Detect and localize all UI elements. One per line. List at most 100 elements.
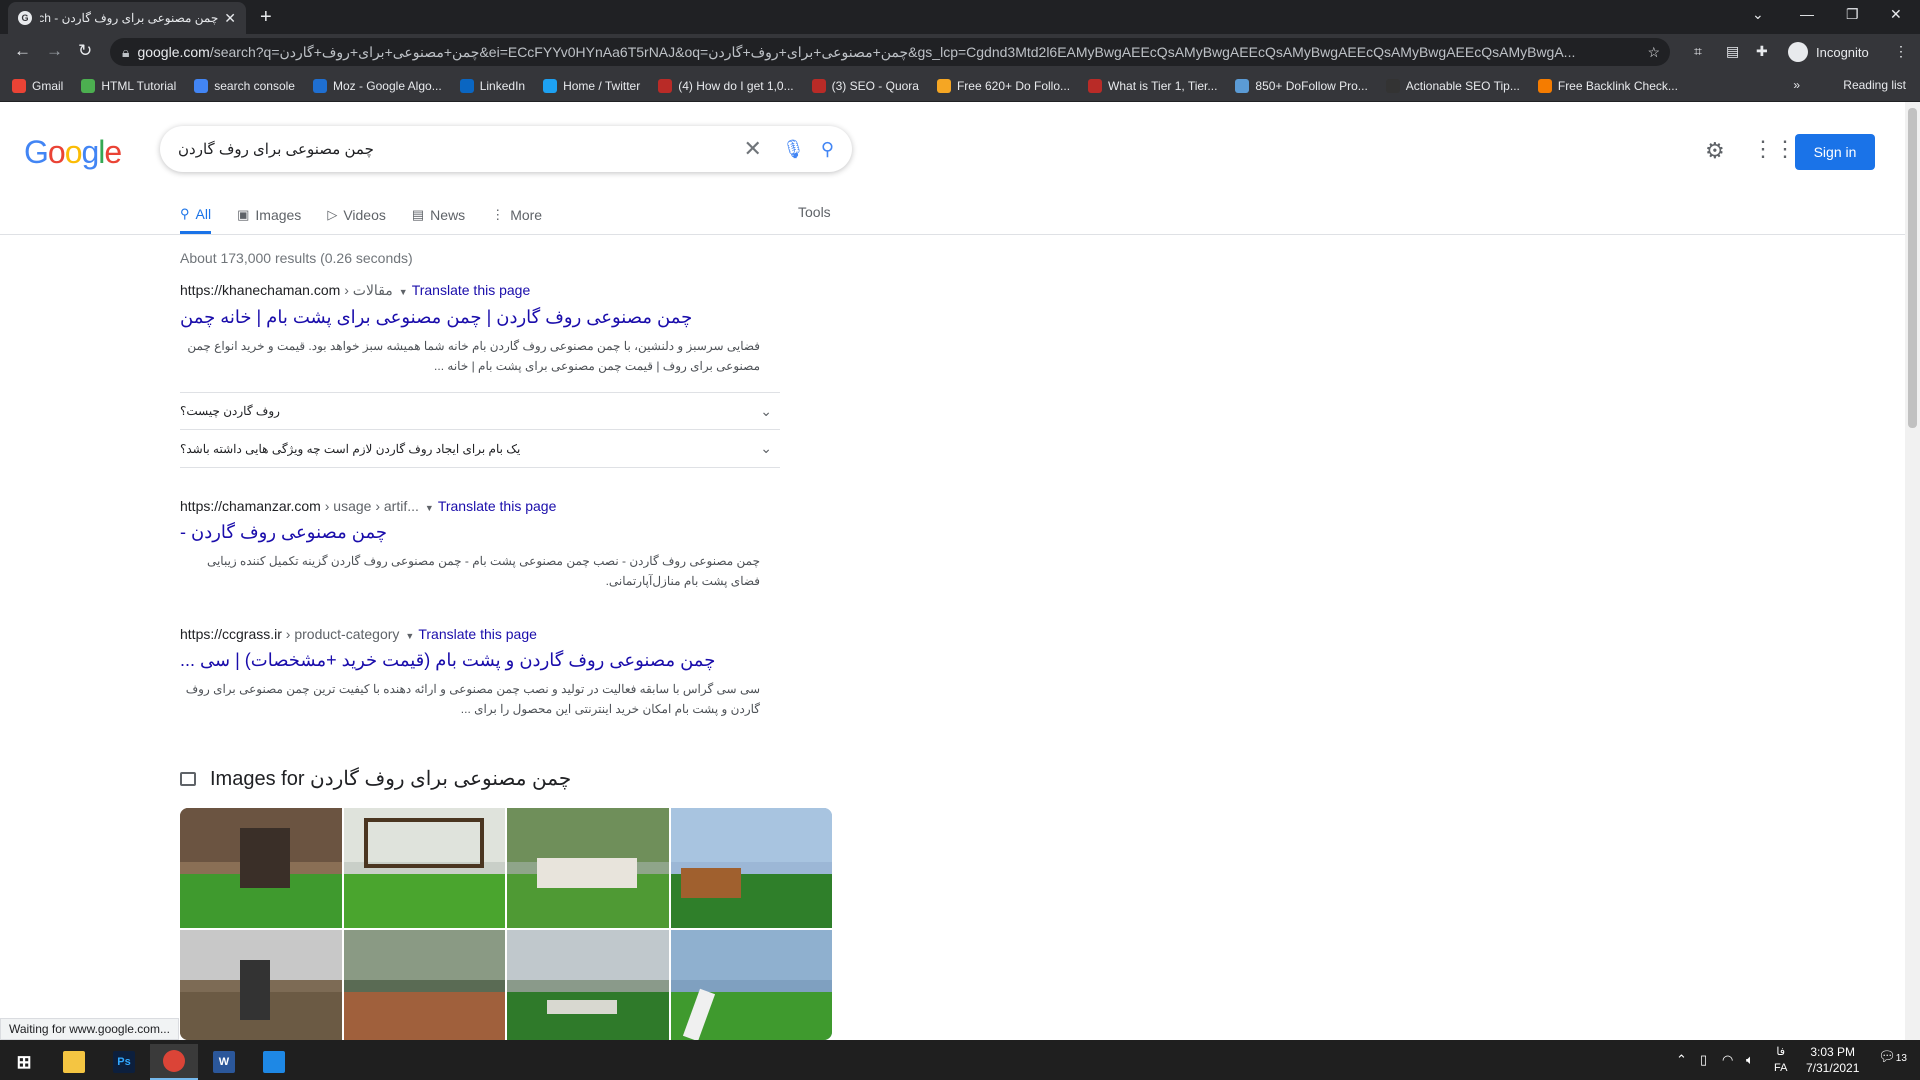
tab-news[interactable]: ▤ News xyxy=(412,204,465,234)
puzzle-icon[interactable]: ✚ xyxy=(1756,43,1768,60)
tab-videos[interactable]: ▷ Videos xyxy=(327,204,386,234)
image-thumbnail[interactable] xyxy=(670,808,832,928)
bookmark-favicon-icon xyxy=(459,78,474,93)
photoshop-icon: Ps xyxy=(113,1051,135,1073)
notification-center-icon[interactable]: 💬︎13 xyxy=(1878,1048,1907,1065)
bookmark-label: What is Tier 1, Tier... xyxy=(1108,78,1218,93)
dropdown-arrow-icon[interactable]: ▼ xyxy=(405,631,414,641)
apps-grid-icon[interactable]: ⋮⋮ xyxy=(1752,136,1796,162)
bookmark-item[interactable]: What is Tier 1, Tier... xyxy=(1088,78,1218,93)
taskbar-photoshop[interactable]: Ps xyxy=(100,1044,148,1080)
bookmark-item[interactable]: Home / Twitter xyxy=(543,78,641,93)
taskbar-photos[interactable] xyxy=(250,1044,298,1080)
image-thumbnail[interactable] xyxy=(507,930,669,1040)
incognito-profile[interactable]: Incognito xyxy=(1788,42,1869,62)
folder-icon xyxy=(63,1051,85,1073)
people-also-ask-item[interactable]: ⌄ یک بام برای ایجاد روف گاردن لازم است چ… xyxy=(180,430,780,468)
search-tabs: ⚲ All ▣ Images ▷ Videos ▤ News ⋮ More xyxy=(180,204,568,234)
news-icon: ▤ xyxy=(411,207,425,222)
search-input[interactable]: چمن مصنوعی برای روف گاردن xyxy=(178,140,744,158)
bookmark-item[interactable]: Free Backlink Check... xyxy=(1537,78,1678,93)
translate-link[interactable]: Translate this page xyxy=(438,498,557,514)
bookmark-item[interactable]: Free 620+ Do Follo... xyxy=(936,78,1070,93)
translate-link[interactable]: Translate this page xyxy=(412,282,531,298)
bookmark-star-icon[interactable]: ☆ xyxy=(1647,44,1660,61)
dropdown-arrow-icon[interactable]: ▼ xyxy=(399,287,408,297)
image-thumbnail[interactable] xyxy=(507,808,669,928)
volume-icon[interactable]: 🔈︎ xyxy=(1746,1052,1754,1068)
start-button[interactable]: ⊞ xyxy=(0,1044,48,1080)
search-icon[interactable]: ⚲ xyxy=(821,139,834,160)
tab-close-icon[interactable]: ✕ xyxy=(224,10,236,27)
back-icon[interactable]: ← xyxy=(14,41,31,61)
image-thumbnail[interactable] xyxy=(180,808,342,928)
result-site[interactable]: https://chamanzar.com xyxy=(180,498,321,514)
address-bar[interactable]: 🔒︎ google.com/search?q=چمن+مصنوعی+برای+ر… xyxy=(110,38,1670,66)
dropdown-arrow-icon[interactable]: ▼ xyxy=(425,503,434,513)
tab-search-icon[interactable]: ⌄ xyxy=(1752,6,1764,23)
input-language[interactable]: فا FA xyxy=(1774,1044,1787,1076)
word-icon: W xyxy=(213,1051,235,1073)
minimize-icon[interactable]: — xyxy=(1800,6,1814,22)
sign-in-button[interactable]: Sign in xyxy=(1795,134,1875,170)
wifi-icon[interactable]: ◠ xyxy=(1722,1052,1733,1068)
url-host: google.com xyxy=(137,44,210,60)
forward-icon[interactable]: → xyxy=(46,41,63,61)
image-thumbnail[interactable] xyxy=(670,930,832,1040)
scrollbar-thumb[interactable] xyxy=(1908,108,1917,428)
restore-icon[interactable]: ❐ xyxy=(1846,6,1859,23)
new-tab-button[interactable]: + xyxy=(260,6,272,29)
translate-extension-icon[interactable]: ⌗ xyxy=(1694,43,1702,60)
bookmark-item[interactable]: LinkedIn xyxy=(459,78,525,93)
bookmark-item[interactable]: (3) SEO - Quora xyxy=(811,78,919,93)
taskbar-word[interactable]: W xyxy=(200,1044,248,1080)
mic-icon[interactable]: 🎙︎ xyxy=(782,139,805,160)
image-thumbnail[interactable] xyxy=(343,808,505,928)
bookmark-label: Home / Twitter xyxy=(563,78,641,93)
bookmark-item[interactable]: Actionable SEO Tip... xyxy=(1385,78,1520,93)
bookmarks-overflow-icon[interactable]: » xyxy=(1793,78,1800,92)
clear-icon[interactable]: ✕ xyxy=(744,136,762,162)
tab-all[interactable]: ⚲ All xyxy=(180,204,212,234)
bookmark-label: (3) SEO - Quora xyxy=(831,78,919,93)
bookmark-label: (4) How do I get 1,0... xyxy=(678,78,794,93)
bookmark-item[interactable]: 850+ DoFollow Pro... xyxy=(1235,78,1368,93)
settings-gear-icon[interactable]: ⚙ xyxy=(1705,138,1725,164)
tools-button[interactable]: Tools xyxy=(798,204,831,220)
page-scrollbar[interactable] xyxy=(1905,102,1920,1040)
taskbar-clock[interactable]: 3:03 PM 7/31/2021 xyxy=(1806,1044,1859,1076)
bookmark-label: HTML Tutorial xyxy=(101,78,177,93)
people-also-ask-item[interactable]: ⌄ روف گاردن چیست؟ xyxy=(180,392,780,430)
taskbar-chrome[interactable] xyxy=(150,1044,198,1080)
menu-icon[interactable]: ⋮ xyxy=(1894,43,1908,60)
result-title[interactable]: چمن مصنوعی روف گاردن - xyxy=(180,522,780,543)
tab-images[interactable]: ▣ Images xyxy=(237,204,301,234)
window-close-icon[interactable]: ✕ xyxy=(1890,6,1902,23)
image-thumbnail[interactable] xyxy=(180,930,342,1040)
images-section-heading[interactable]: Images for چمن مصنوعی برای روف گاردن xyxy=(180,766,571,791)
bookmark-item[interactable]: Gmail xyxy=(12,78,63,93)
browser-tab[interactable]: G چمن مصنوعی برای روف گاردن - ch ✕ xyxy=(8,2,246,34)
browser-titlebar: G چمن مصنوعی برای روف گاردن - ch ✕ + ⌄ —… xyxy=(0,0,1920,34)
search-box[interactable]: چمن مصنوعی برای روف گاردن ✕ 🎙︎ ⚲ xyxy=(160,126,852,172)
result-site[interactable]: https://khanechaman.com xyxy=(180,282,340,298)
bookmark-item[interactable]: HTML Tutorial xyxy=(81,78,177,93)
result-site[interactable]: https://ccgrass.ir xyxy=(180,626,282,642)
image-icon xyxy=(180,771,196,786)
taskbar-file-explorer[interactable] xyxy=(50,1044,98,1080)
battery-icon[interactable]: ▯ xyxy=(1700,1052,1707,1068)
tray-chevron-icon[interactable]: ⌃ xyxy=(1676,1052,1687,1068)
tab-more[interactable]: ⋮ More xyxy=(491,204,542,234)
reading-list-button[interactable]: Reading list xyxy=(1843,78,1906,92)
google-logo[interactable]: Google xyxy=(24,134,122,171)
bookmark-item[interactable]: Moz - Google Algo... xyxy=(312,78,442,93)
result-title[interactable]: چمن مصنوعی روف گاردن | چمن مصنوعی برای پ… xyxy=(180,307,780,328)
clock-date: 7/31/2021 xyxy=(1806,1061,1860,1075)
result-title[interactable]: چمن مصنوعی روف گاردن و پشت بام (قیمت خری… xyxy=(180,650,780,671)
bookmark-item[interactable]: (4) How do I get 1,0... xyxy=(658,78,794,93)
translate-link[interactable]: Translate this page xyxy=(418,626,537,642)
reload-icon[interactable]: ↻ xyxy=(78,41,92,61)
extension-icon[interactable]: ▤ xyxy=(1726,43,1739,60)
image-thumbnail[interactable] xyxy=(343,930,505,1040)
bookmark-item[interactable]: search console xyxy=(194,78,295,93)
